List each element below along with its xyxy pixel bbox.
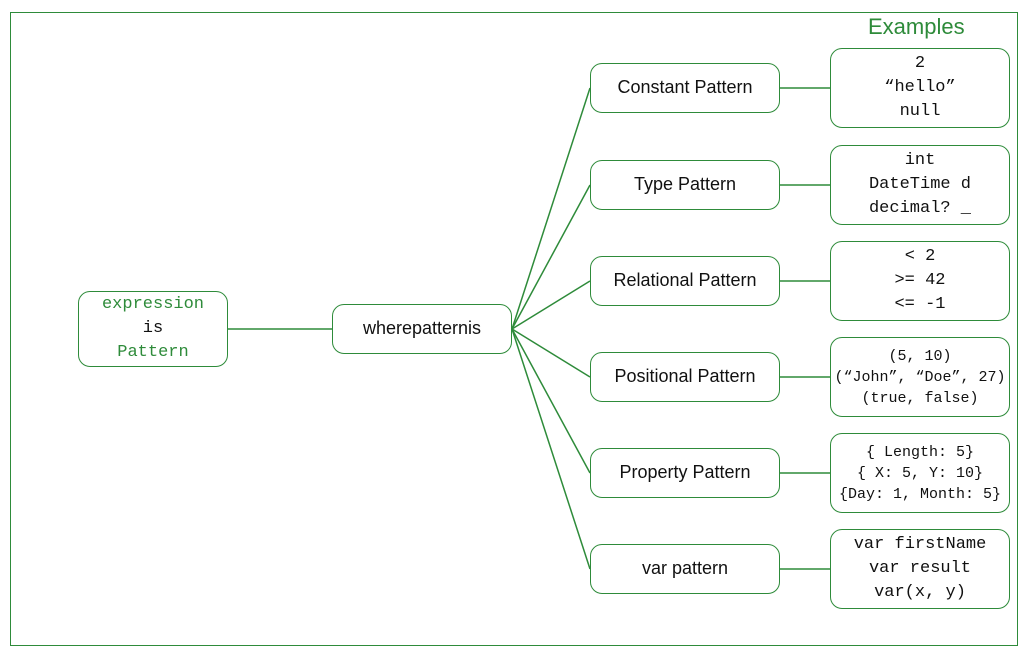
example-line: < 2 xyxy=(905,245,936,269)
pattern-label: Constant Pattern xyxy=(617,75,752,100)
middle-pre: where xyxy=(363,316,412,341)
example-line: (true, false) xyxy=(861,388,978,409)
example-line: var result xyxy=(869,557,971,581)
example-line: {Day: 1, Month: 5} xyxy=(839,484,1001,505)
example-var: var firstName var result var(x, y) xyxy=(830,529,1010,609)
pattern-label: Positional Pattern xyxy=(614,364,755,389)
middle-post: is xyxy=(468,316,481,341)
middle-box: where pattern is xyxy=(332,304,512,354)
pattern-var: var pattern xyxy=(590,544,780,594)
middle-em: pattern xyxy=(412,316,468,341)
pattern-relational: Relational Pattern xyxy=(590,256,780,306)
example-line: “hello” xyxy=(884,76,955,100)
example-line: var firstName xyxy=(854,533,987,557)
example-line: DateTime d xyxy=(869,173,971,197)
example-positional: (5, 10) (“John”, “Doe”, 27) (true, false… xyxy=(830,337,1010,417)
root-pattern: Pattern xyxy=(117,341,188,365)
example-line: { Length: 5} xyxy=(866,442,974,463)
example-line: (5, 10) xyxy=(888,346,951,367)
pattern-label: Property Pattern xyxy=(619,460,750,485)
examples-heading: Examples xyxy=(868,14,965,40)
pattern-constant: Constant Pattern xyxy=(590,63,780,113)
example-line: var(x, y) xyxy=(874,581,966,605)
pattern-positional: Positional Pattern xyxy=(590,352,780,402)
pattern-type: Type Pattern xyxy=(590,160,780,210)
example-line: <= -1 xyxy=(894,293,945,317)
example-line: 2 xyxy=(915,52,925,76)
example-constant: 2 “hello” null xyxy=(830,48,1010,128)
example-type: int DateTime d decimal? _ xyxy=(830,145,1010,225)
root-expression: expression xyxy=(102,293,204,317)
pattern-label: Type Pattern xyxy=(634,172,736,197)
example-line: decimal? _ xyxy=(869,197,971,221)
example-relational: < 2 >= 42 <= -1 xyxy=(830,241,1010,321)
example-property: { Length: 5} { X: 5, Y: 10} {Day: 1, Mon… xyxy=(830,433,1010,513)
root-box: expression is Pattern xyxy=(78,291,228,367)
example-line: (“John”, “Doe”, 27) xyxy=(834,367,1005,388)
root-is: is xyxy=(143,317,163,341)
pattern-property: Property Pattern xyxy=(590,448,780,498)
example-line: { X: 5, Y: 10} xyxy=(857,463,983,484)
pattern-label: var pattern xyxy=(642,556,728,581)
pattern-label: Relational Pattern xyxy=(613,268,756,293)
example-line: null xyxy=(900,100,941,124)
example-line: >= 42 xyxy=(894,269,945,293)
example-line: int xyxy=(905,149,936,173)
